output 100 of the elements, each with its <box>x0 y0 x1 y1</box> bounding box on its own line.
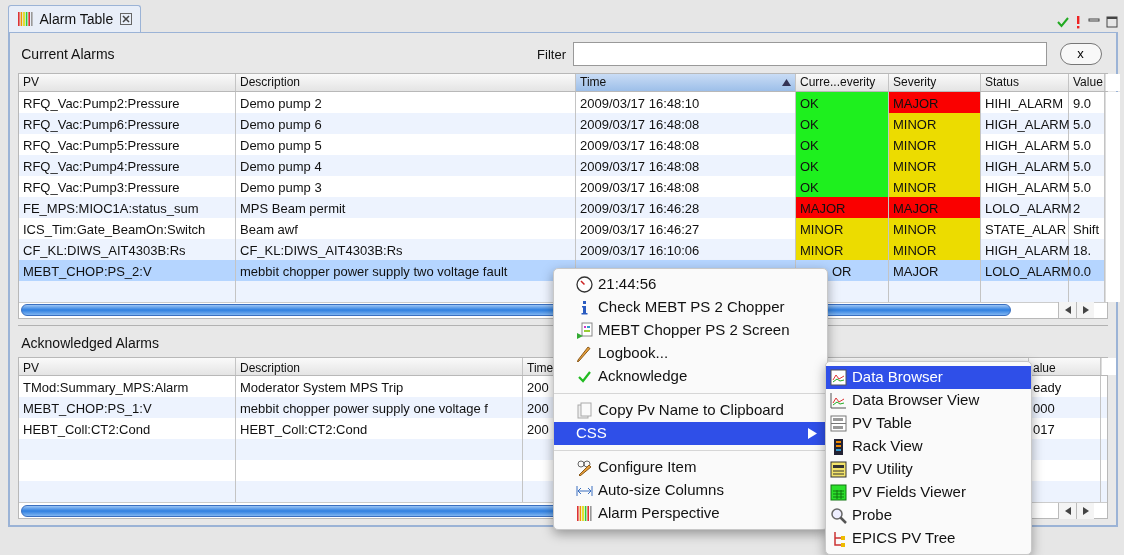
table-cell: HIGH_ALARM <box>981 154 1069 176</box>
table-cell: RFQ_Vac:Pump6:Pressure <box>19 112 236 134</box>
table-cell: MINOR <box>889 175 981 197</box>
table-cell: OK <box>796 133 889 155</box>
table-cell: MINOR <box>796 238 889 260</box>
table-icon <box>830 415 847 432</box>
table-row[interactable]: RFQ_Vac:Pump2:Pressure Demo pump 2 2009/03/17 16:48:10 OK MAJOR HIHI_ALARM 9.0 <box>19 91 1105 113</box>
column-header[interactable]: Severity <box>889 73 981 91</box>
column-header[interactable]: Time <box>576 73 796 91</box>
menu-item[interactable]: EPICS PV Tree <box>826 527 1031 550</box>
table-cell: OK <box>796 175 889 197</box>
scroll-left-button[interactable] <box>1058 502 1076 519</box>
scroll-right-button[interactable] <box>1076 502 1094 519</box>
view-tab[interactable]: Alarm Table <box>8 5 141 32</box>
table-cell: MINOR <box>889 154 981 176</box>
table-cell: MAJOR <box>796 196 889 218</box>
table-cell: OK <box>796 154 889 176</box>
table-cell: Demo pump 3 <box>236 175 576 197</box>
menu-item[interactable]: Data Browser <box>826 366 1031 389</box>
table-row[interactable]: RFQ_Vac:Pump6:Pressure Demo pump 6 2009/03/17 16:48:08 OK MINOR HIGH_ALARM 5.0 <box>19 112 1105 134</box>
table-cell: LOLO_ALARM <box>981 259 1069 281</box>
alarm-perspective-icon <box>576 505 593 522</box>
grid-icon <box>830 484 847 501</box>
chart-icon <box>830 392 847 409</box>
table-cell: HIGH_ALARM <box>981 175 1069 197</box>
right-arrow-icon <box>1082 506 1089 515</box>
menu-item[interactable]: PV Fields Viewer <box>826 481 1031 504</box>
table-row[interactable]: ICS_Tim:Gate_BeamOn:Switch Beam awf 2009/03/17 16:46:27 MINOR MINOR STATE_ALAR Shift <box>19 217 1105 239</box>
table-cell: Demo pump 4 <box>236 154 576 176</box>
table-cell: Demo pump 5 <box>236 133 576 155</box>
table-row[interactable]: RFQ_Vac:Pump3:Pressure Demo pump 3 2009/03/17 16:48:08 OK MINOR HIGH_ALARM 5.0 <box>19 175 1105 197</box>
table-cell: MINOR <box>889 217 981 239</box>
maximize-icon[interactable] <box>1106 15 1118 28</box>
table-row[interactable]: CF_KL:DIWS_AIT4303B:Rs CF_KL:DIWS_AIT4303B:Rs 2009/03/17 16:10:06 MINOR MINOR HIGH_ALARM 18. <box>19 238 1105 260</box>
close-icon[interactable] <box>119 13 132 25</box>
table-cell: HIGH_ALARM <box>981 238 1069 260</box>
table-cell: HIGH_ALARM <box>981 112 1069 134</box>
table-cell: FE_MPS:MIOC1A:status_sum <box>19 196 236 218</box>
table-cell: MAJOR <box>889 91 981 113</box>
menu-item[interactable]: Auto-size Columns <box>554 479 827 502</box>
table-cell: OK <box>796 112 889 134</box>
table-cell: MINOR <box>889 238 981 260</box>
table-cell: RFQ_Vac:Pump2:Pressure <box>19 91 236 113</box>
column-header[interactable]: Description <box>236 358 523 375</box>
filter-label: Filter <box>537 45 566 64</box>
clock-icon <box>576 276 593 293</box>
column-header[interactable]: Curre...everity <box>796 73 889 91</box>
menu-item[interactable]: Alarm Perspective <box>554 502 827 525</box>
table-cell: MINOR <box>796 217 889 239</box>
column-header[interactable]: PV <box>19 73 236 91</box>
table-cell: MAJOR <box>889 259 981 281</box>
table-cell: HIHI_ALARM <box>981 91 1069 113</box>
table-cell: ICS_Tim:Gate_BeamOn:Switch <box>19 217 236 239</box>
column-header[interactable]: PV <box>19 358 236 375</box>
column-header[interactable]: Status <box>981 73 1069 91</box>
table-cell: HIGH_ALARM <box>981 133 1069 155</box>
search-icon <box>830 507 847 524</box>
configure-icon <box>576 459 593 476</box>
utility-icon <box>830 461 847 478</box>
check-icon[interactable] <box>1056 15 1069 28</box>
table-cell: CF_KL:DIWS_AIT4303B:Rs <box>19 238 236 260</box>
menu-item[interactable]: CSS <box>554 422 827 445</box>
alert-icon[interactable] <box>1075 14 1081 29</box>
chart-icon <box>830 369 847 386</box>
table-cell: MEBT_CHOP:PS_2:V <box>19 259 236 281</box>
scroll-right-button[interactable] <box>1076 302 1094 319</box>
table-cell: RFQ_Vac:Pump5:Pressure <box>19 133 236 155</box>
table-cell: MINOR <box>889 112 981 134</box>
copy-icon <box>576 402 593 419</box>
clear-button[interactable]: x <box>1059 43 1102 66</box>
scroll-left-button[interactable] <box>1058 302 1076 319</box>
menu-item[interactable]: Check MEBT PS 2 Chopper <box>554 296 827 319</box>
table-row[interactable]: FE_MPS:MIOC1A:status_sum MPS Beam permit 2009/03/17 16:46:28 MAJOR MAJOR LOLO_ALARM2 <box>19 196 1105 218</box>
menu-item[interactable]: Logbook... <box>554 342 827 365</box>
table-cell: Demo pump 2 <box>236 91 576 113</box>
table-cell: LOLO_ALARM <box>981 196 1069 218</box>
sort-arrow-icon <box>782 78 791 86</box>
table-cell: Demo pump 6 <box>236 112 576 134</box>
table-row[interactable]: RFQ_Vac:Pump4:Pressure Demo pump 4 2009/03/17 16:48:08 OK MINOR HIGH_ALARM 5.0 <box>19 154 1105 176</box>
left-arrow-icon <box>1064 306 1071 315</box>
menu-item[interactable]: Probe <box>826 504 1031 527</box>
submenu-arrow-icon <box>808 428 817 439</box>
table-cell: STATE_ALAR <box>981 217 1069 239</box>
table-cell: Beam awf <box>236 217 576 239</box>
table-cell: CF_KL:DIWS_AIT4303B:Rs <box>236 238 576 260</box>
table-cell: RFQ_Vac:Pump3:Pressure <box>19 175 236 197</box>
pencil-icon <box>576 345 593 362</box>
menu-item[interactable]: Configure Item <box>554 456 827 479</box>
screen-icon <box>576 322 593 339</box>
right-arrow-icon <box>1082 306 1089 315</box>
menu-item[interactable]: PV Utility <box>826 458 1031 481</box>
menu-item[interactable]: MEBT Chopper PS 2 Screen <box>554 319 827 342</box>
section-title: Current Alarms <box>21 44 115 64</box>
table-cell: MEBT_CHOP:PS_1:V <box>19 397 236 418</box>
table-cell: MPS Beam permit <box>236 196 576 218</box>
table-cell: RFQ_Vac:Pump4:Pressure <box>19 154 236 176</box>
table-row[interactable]: RFQ_Vac:Pump5:Pressure Demo pump 5 2009/03/17 16:48:08 OK MINOR HIGH_ALARM 5.0 <box>19 133 1105 155</box>
table-cell: mebbit chopper power supply one voltage f <box>236 397 523 418</box>
table-cell: MAJOR <box>889 196 981 218</box>
alarm-table-icon <box>17 11 33 27</box>
